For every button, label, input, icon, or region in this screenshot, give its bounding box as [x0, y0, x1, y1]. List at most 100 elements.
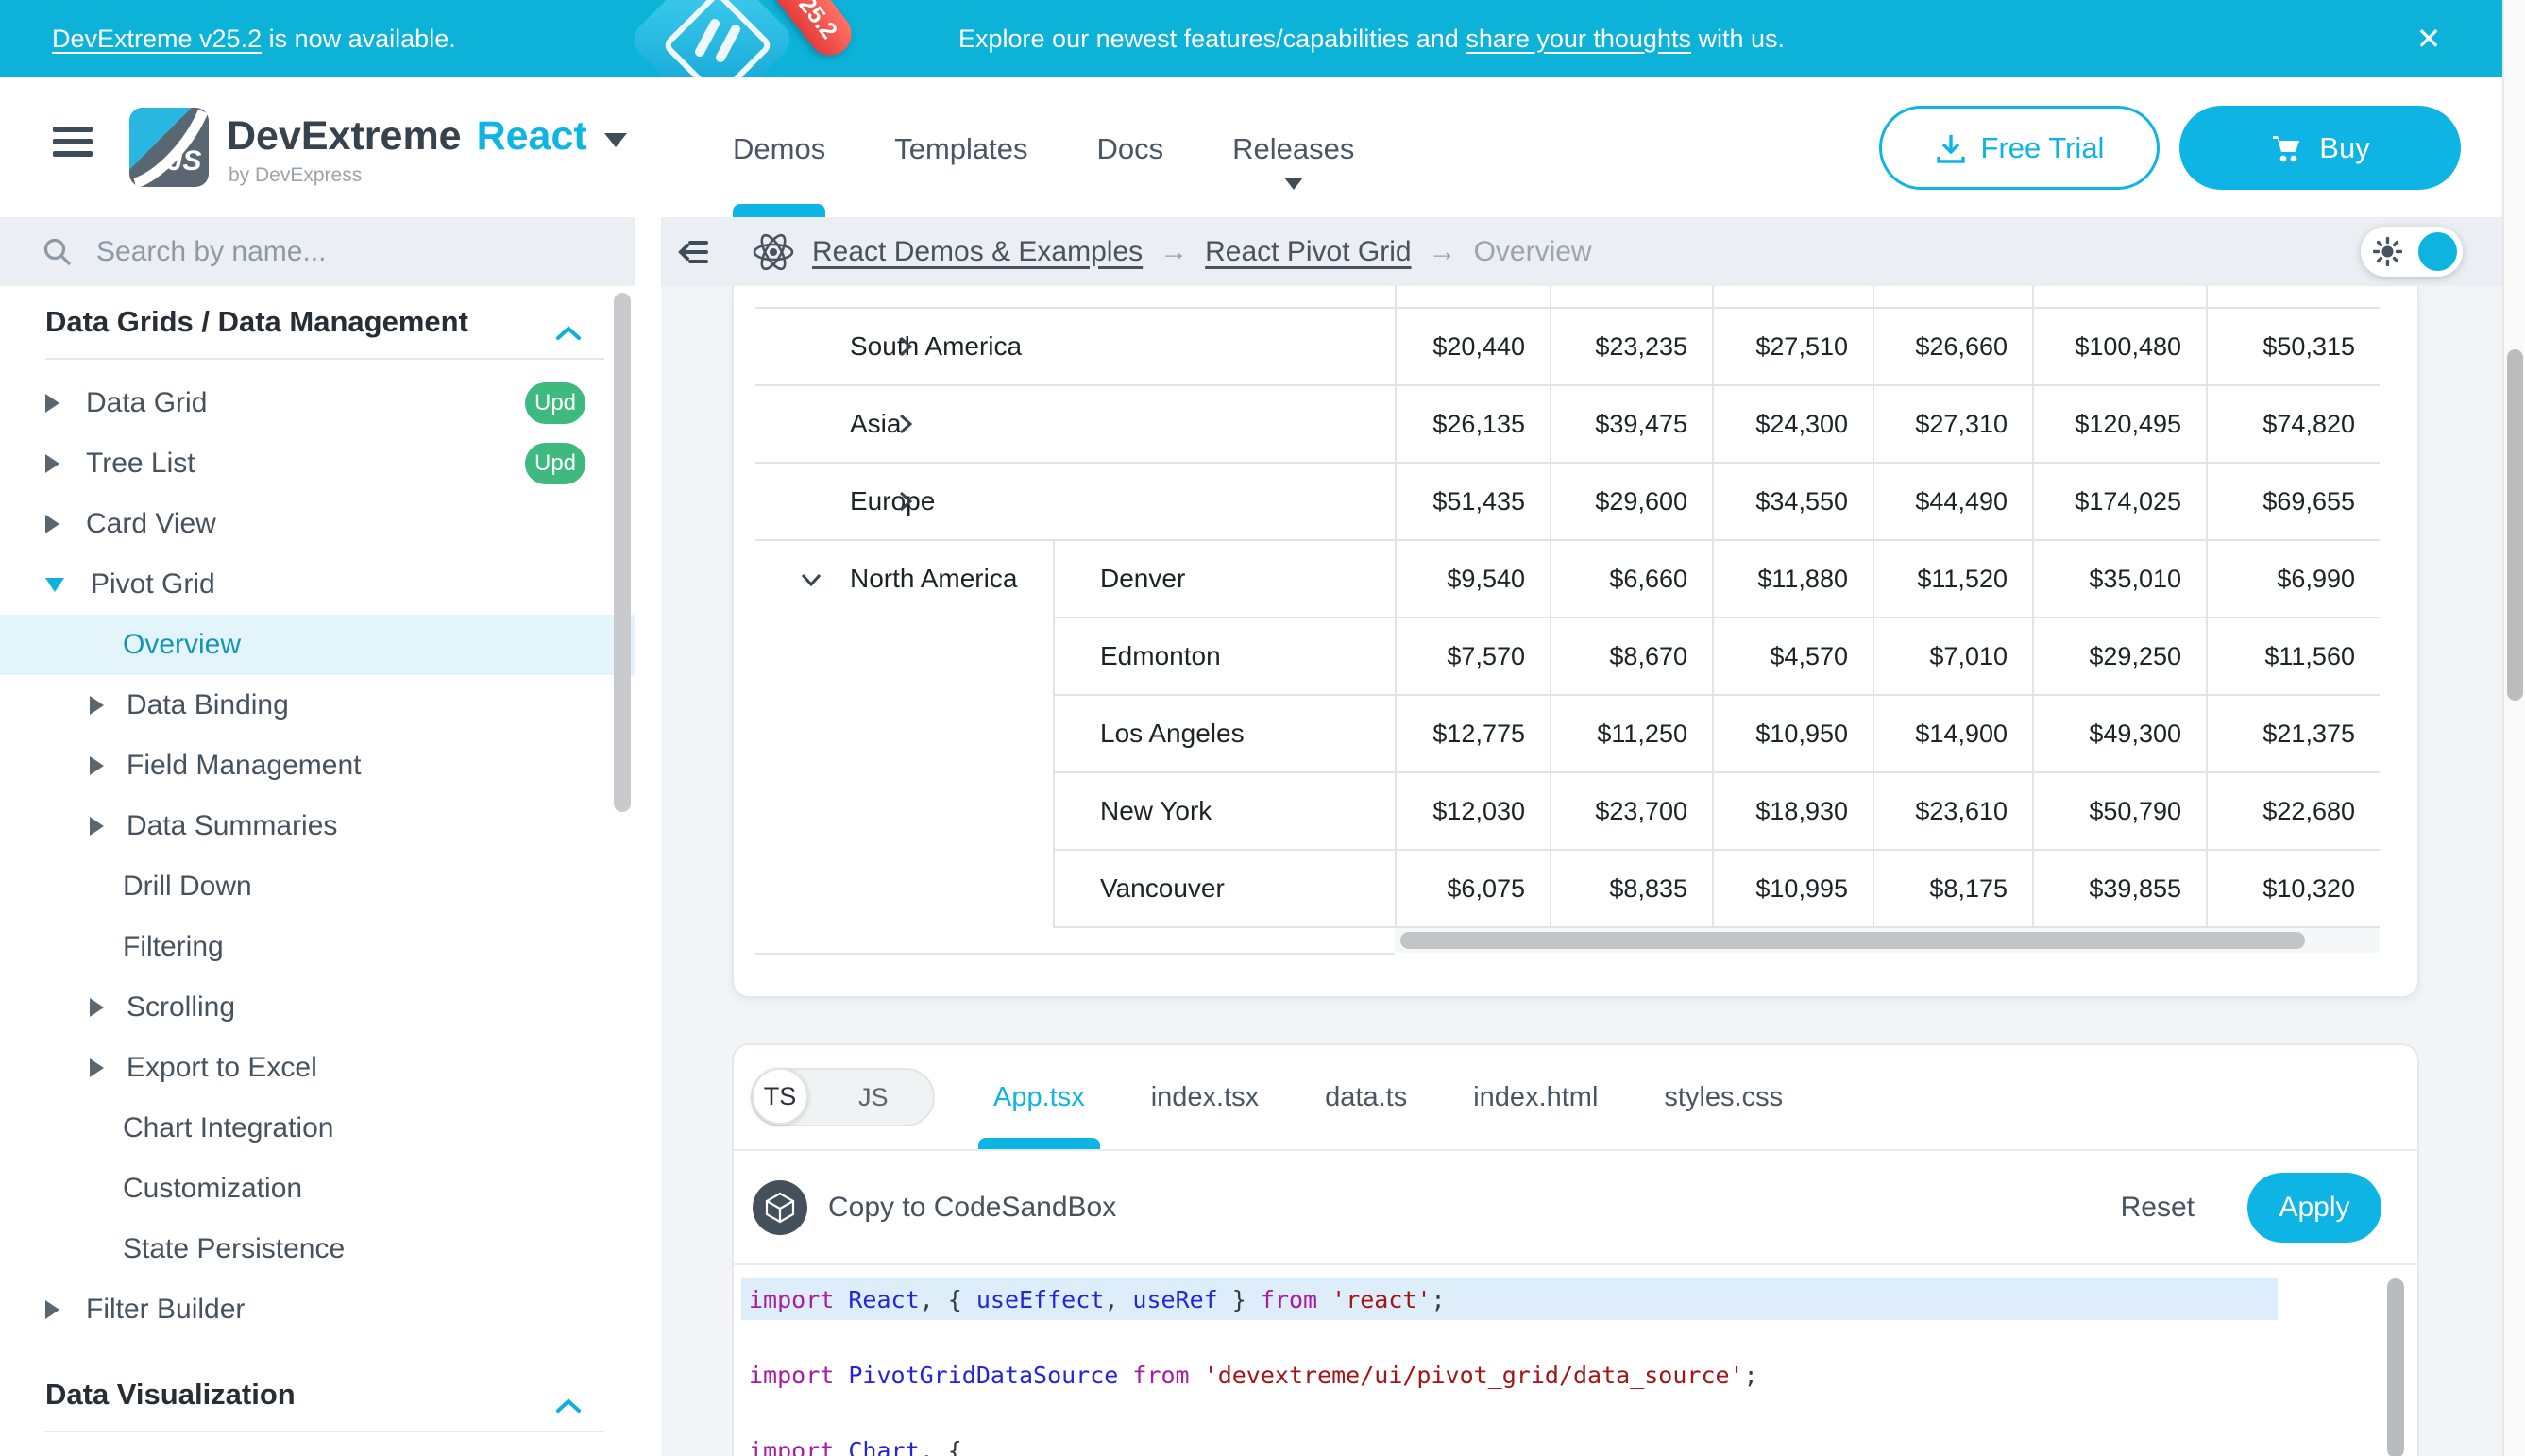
hamburger-menu-icon[interactable]	[53, 127, 93, 163]
search-input[interactable]: Search by name...	[0, 217, 635, 286]
pivot-row-header-cell	[755, 286, 1395, 307]
pivot-value-cell: $11,560	[2206, 618, 2380, 694]
share-thoughts-link[interactable]: share your thoughts	[1466, 25, 1691, 54]
pivot-value-cell: $8,175	[1873, 851, 2032, 926]
chevron-up-icon[interactable]	[555, 1387, 582, 1421]
expand-chevron-icon[interactable]	[799, 489, 918, 520]
horizontal-scrollbar-thumb[interactable]	[1400, 932, 2305, 949]
collapsed-arrow-icon[interactable]	[90, 696, 104, 715]
pivot-row-header-cell[interactable]: North America	[755, 541, 1055, 928]
collapsed-arrow-icon[interactable]	[45, 515, 59, 533]
devextreme-js-logo[interactable]: JS	[129, 108, 209, 192]
pivot-row-header-cell[interactable]: South America	[755, 309, 1395, 384]
expanded-arrow-icon[interactable]	[45, 578, 64, 592]
sidebar-item-filtering[interactable]: Filtering	[0, 917, 635, 977]
version-link[interactable]: DevExtreme v25.2	[52, 25, 262, 54]
tab-styles-css[interactable]: styles.css	[1664, 1045, 1783, 1149]
buy-button[interactable]: Buy	[2179, 106, 2461, 190]
collapsed-arrow-icon[interactable]	[90, 998, 104, 1017]
apply-button[interactable]: Apply	[2247, 1173, 2381, 1243]
sidebar-item-pivot-grid[interactable]: Pivot Grid	[0, 554, 635, 615]
pivot-row-header-cell[interactable]: Europe	[755, 464, 1395, 539]
codesandbox-icon[interactable]	[753, 1180, 807, 1235]
sidebar-item-filter-builder[interactable]: Filter Builder	[0, 1279, 635, 1340]
reset-button[interactable]: Reset	[2121, 1192, 2195, 1224]
expand-chevron-icon[interactable]	[799, 412, 918, 443]
framework-selector[interactable]: React	[477, 113, 587, 160]
sidebar-item-label: Card View	[86, 508, 216, 540]
sidebar-item-card-view[interactable]: Card View	[0, 494, 635, 554]
collapsed-arrow-icon[interactable]	[90, 817, 104, 836]
tab-index-html[interactable]: index.html	[1473, 1045, 1598, 1149]
nav-item-releases[interactable]: Releases	[1232, 77, 1354, 217]
language-toggle[interactable]: TS JS	[751, 1068, 935, 1126]
sidebar-section-header[interactable]: Data Grids / Data Management	[0, 286, 635, 358]
nav-item-templates[interactable]: Templates	[894, 77, 1027, 217]
page-scrollbar-thumb[interactable]	[2507, 349, 2523, 701]
pivot-value-cell: $6,660	[1550, 541, 1712, 617]
sidebar-item-data-grid[interactable]: Data GridUpd	[0, 373, 635, 433]
code-tabs-row: TS JS App.tsx index.tsx data.ts index.html s…	[734, 1045, 2417, 1151]
chevron-down-icon[interactable]	[604, 133, 627, 147]
nav-item-docs[interactable]: Docs	[1097, 77, 1164, 217]
brand-subtitle: by DevExpress	[229, 164, 362, 187]
main-nav: Demos Templates Docs Releases	[733, 77, 1354, 217]
collapsed-arrow-icon[interactable]	[90, 756, 104, 775]
pivot-row: Los Angeles$12,775$11,250$10,950$14,900$…	[1055, 696, 2380, 773]
sidebar-item-export-to-excel[interactable]: Export to Excel	[0, 1038, 635, 1098]
tab-app-tsx[interactable]: App.tsx	[993, 1045, 1085, 1149]
breadcrumb-item[interactable]: React Pivot Grid	[1205, 236, 1411, 268]
code-scrollbar[interactable]	[2387, 1278, 2404, 1456]
sidebar-item-drill-down[interactable]: Drill Down	[0, 856, 635, 917]
collapse-chevron-icon[interactable]	[799, 567, 823, 599]
sidebar-item-label: Overview	[123, 629, 241, 661]
collapsed-arrow-icon[interactable]	[45, 1300, 59, 1319]
code-token: }	[1218, 1286, 1261, 1313]
theme-toggle[interactable]	[2361, 227, 2463, 277]
close-icon[interactable]: ✕	[2406, 16, 2451, 61]
collapsed-arrow-icon[interactable]	[45, 394, 59, 413]
sidebar-item-field-management[interactable]: Field Management	[0, 736, 635, 796]
chevron-up-icon[interactable]	[555, 314, 582, 348]
nav-item-demos[interactable]: Demos	[733, 77, 825, 217]
sidebar-item-scrolling[interactable]: Scrolling	[0, 977, 635, 1038]
language-toggle-knob[interactable]: TS	[752, 1068, 808, 1125]
cart-icon	[2270, 131, 2304, 165]
pivot-city-cell[interactable]: Denver	[1055, 541, 1395, 617]
collapsed-arrow-icon[interactable]	[90, 1058, 104, 1077]
pivot-value-cell: $23,235	[1550, 309, 1712, 384]
sidebar-item-tree-list[interactable]: Tree ListUpd	[0, 433, 635, 494]
sidebar-scrollbar[interactable]	[614, 293, 631, 812]
sidebar-section-header[interactable]: Data Visualization	[0, 1359, 635, 1431]
pivot-city-cell[interactable]: New York	[1055, 773, 1395, 849]
pivot-value-cell	[1712, 286, 1873, 307]
copy-to-codesandbox-button[interactable]: Copy to CodeSandBox	[828, 1192, 1116, 1224]
pivot-row-header-cell[interactable]: Asia	[755, 386, 1395, 462]
free-trial-button[interactable]: Free Trial	[1879, 106, 2160, 190]
tab-data-ts[interactable]: data.ts	[1325, 1045, 1407, 1149]
sidebar-item-state-persistence[interactable]: State Persistence	[0, 1219, 635, 1279]
collapsed-arrow-icon[interactable]	[45, 454, 59, 473]
code-token: 'react'	[1331, 1286, 1431, 1313]
pivot-value-cell: $27,310	[1873, 386, 2032, 462]
sidebar-item-data-binding[interactable]: Data Binding	[0, 675, 635, 736]
banner-left-text: DevExtreme v25.2 is now available.	[52, 0, 456, 77]
pivot-city-cell[interactable]: Vancouver	[1055, 851, 1395, 926]
breadcrumb-item[interactable]: React Demos & Examples	[812, 236, 1143, 268]
code-editor[interactable]: import React, { useEffect, useRef } from…	[734, 1265, 2417, 1456]
sidebar-item-overview[interactable]: Overview	[0, 615, 635, 675]
pivot-city-cell[interactable]: Los Angeles	[1055, 696, 1395, 771]
sidebar-item-customization[interactable]: Customization	[0, 1159, 635, 1219]
app-header: JS DevExtreme React by DevExpress DemosT…	[0, 77, 2502, 217]
pivot-city-cell[interactable]: Edmonton	[1055, 618, 1395, 694]
sidebar-item-chart-integration[interactable]: Chart Integration	[0, 1098, 635, 1159]
theme-toggle-knob[interactable]	[2418, 232, 2457, 271]
pivot-value-cell: $12,030	[1395, 773, 1550, 849]
react-icon	[752, 230, 795, 274]
collapse-sidebar-icon[interactable]	[676, 235, 710, 269]
pivot-value-cell	[1395, 286, 1550, 307]
language-option-js[interactable]: JS	[858, 1083, 889, 1112]
tab-index-tsx[interactable]: index.tsx	[1151, 1045, 1259, 1149]
expand-chevron-icon[interactable]	[799, 334, 918, 365]
sidebar-item-data-summaries[interactable]: Data Summaries	[0, 796, 635, 856]
